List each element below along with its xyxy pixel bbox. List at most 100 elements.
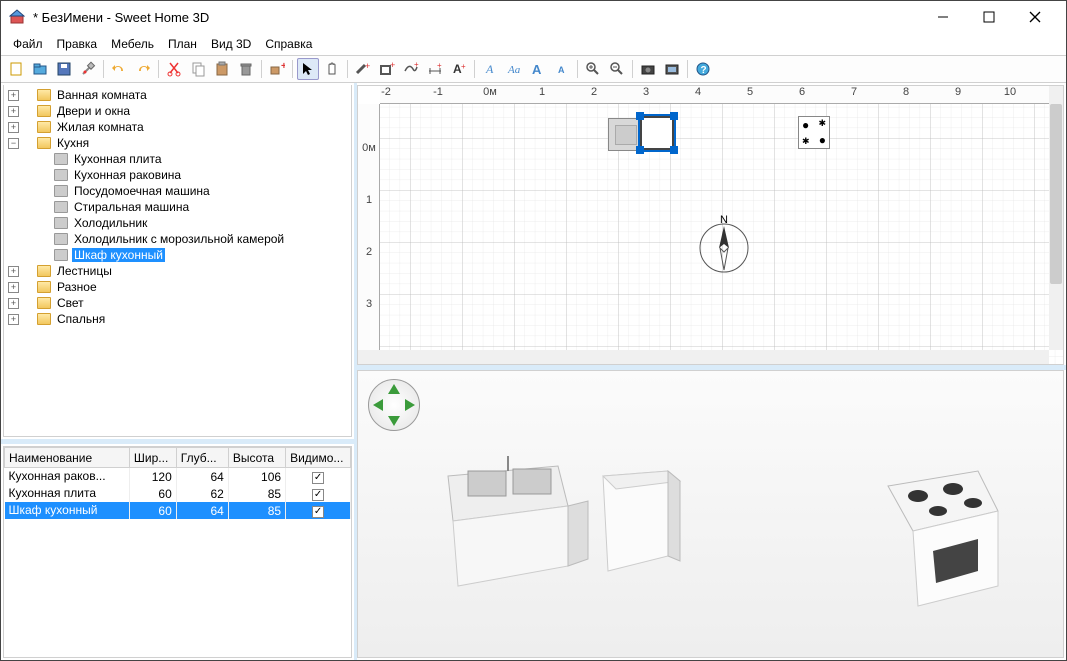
item-fridge[interactable]: Холодильник	[72, 216, 149, 230]
redo-button[interactable]	[132, 58, 154, 80]
collapse-icon[interactable]: −	[8, 138, 19, 149]
cut-button[interactable]	[163, 58, 185, 80]
furniture-icon	[54, 185, 68, 197]
expand-icon[interactable]: +	[8, 282, 19, 293]
expand-icon[interactable]: +	[8, 314, 19, 325]
table-row-selected[interactable]: Шкаф кухонный 60 64 85 ✓	[5, 502, 351, 519]
nav-down-icon[interactable]	[388, 416, 400, 426]
compass-icon[interactable]: N	[696, 214, 752, 274]
text-dec-button[interactable]: A	[551, 58, 573, 80]
cat-misc[interactable]: Разное	[55, 280, 99, 294]
catalog-tree[interactable]: + Ванная комната + Двери и окна + Жилая ком…	[3, 85, 352, 437]
text-tool[interactable]: A+	[448, 58, 470, 80]
svg-text:+: +	[414, 61, 419, 69]
item-stove[interactable]: Кухонная плита	[72, 152, 164, 166]
zoom-out-button[interactable]	[606, 58, 628, 80]
svg-text:A: A	[485, 62, 494, 76]
visible-checkbox[interactable]: ✓	[312, 506, 324, 518]
svg-text:+: +	[461, 62, 466, 71]
toolbar: + + + + + A+ A Aa A A ?	[1, 55, 1066, 83]
pan-tool[interactable]	[321, 58, 343, 80]
col-name[interactable]: Наименование	[5, 448, 130, 468]
resize-handle[interactable]	[636, 146, 644, 154]
paste-button[interactable]	[211, 58, 233, 80]
expand-icon[interactable]: +	[8, 122, 19, 133]
preferences-button[interactable]	[77, 58, 99, 80]
cat-doors[interactable]: Двери и окна	[55, 104, 132, 118]
resize-handle[interactable]	[670, 112, 678, 120]
close-button[interactable]	[1012, 2, 1058, 32]
menu-plan[interactable]: План	[162, 35, 203, 53]
menu-file[interactable]: Файл	[7, 35, 49, 53]
scrollbar-vertical[interactable]	[1049, 86, 1063, 350]
app-window: * БезИмени - Sweet Home 3D Файл Правка М…	[0, 0, 1067, 661]
cell-height: 106	[228, 468, 285, 486]
menu-view3d[interactable]: Вид 3D	[205, 35, 257, 53]
horizontal-splitter[interactable]	[1, 439, 354, 444]
item-fridge-freezer[interactable]: Холодильник с морозильной камерой	[72, 232, 286, 246]
menu-furniture[interactable]: Мебель	[105, 35, 160, 53]
undo-button[interactable]	[108, 58, 130, 80]
photo-button[interactable]	[637, 58, 659, 80]
item-washer[interactable]: Стиральная машина	[72, 200, 191, 214]
item-sink[interactable]: Кухонная раковина	[72, 168, 183, 182]
expand-icon[interactable]: +	[8, 90, 19, 101]
expand-icon[interactable]: +	[8, 298, 19, 309]
nav-left-icon[interactable]	[373, 399, 383, 411]
cat-bedroom[interactable]: Спальня	[55, 312, 107, 326]
nav-right-icon[interactable]	[405, 399, 415, 411]
item-dishwasher[interactable]: Посудомоечная машина	[72, 184, 212, 198]
furniture-table[interactable]: Наименование Шир... Глуб... Высота Видим…	[3, 446, 352, 658]
cell-name: Кухонная раков...	[9, 469, 106, 483]
plan-item-stove[interactable]: ●✱✱●	[798, 116, 830, 149]
delete-button[interactable]	[235, 58, 257, 80]
menu-edit[interactable]: Правка	[51, 35, 104, 53]
text-italic-button[interactable]: Aa	[503, 58, 525, 80]
new-button[interactable]	[5, 58, 27, 80]
video-button[interactable]	[661, 58, 683, 80]
cat-light[interactable]: Свет	[55, 296, 86, 310]
open-button[interactable]	[29, 58, 51, 80]
save-button[interactable]	[53, 58, 75, 80]
scrollbar-horizontal[interactable]	[358, 350, 1049, 364]
zoom-in-button[interactable]	[582, 58, 604, 80]
nav-up-icon[interactable]	[388, 384, 400, 394]
room-tool[interactable]: +	[376, 58, 398, 80]
text-inc-button[interactable]: A	[527, 58, 549, 80]
resize-handle[interactable]	[636, 112, 644, 120]
help-button[interactable]: ?	[692, 58, 714, 80]
visible-checkbox[interactable]: ✓	[312, 472, 324, 484]
cell-depth: 64	[176, 502, 228, 519]
select-tool[interactable]	[297, 58, 319, 80]
menu-help[interactable]: Справка	[259, 35, 318, 53]
folder-icon	[37, 121, 51, 133]
col-depth[interactable]: Глуб...	[176, 448, 228, 468]
plan-item-cabinet-selected[interactable]	[640, 116, 674, 150]
cat-kitchen[interactable]: Кухня	[55, 136, 91, 150]
item-cabinet[interactable]: Шкаф кухонный	[72, 248, 165, 262]
3d-render	[358, 371, 1063, 657]
expand-icon[interactable]: +	[8, 266, 19, 277]
text-bold-button[interactable]: A	[479, 58, 501, 80]
cat-bathroom[interactable]: Ванная комната	[55, 88, 149, 102]
minimize-button[interactable]	[920, 2, 966, 32]
copy-button[interactable]	[187, 58, 209, 80]
cat-living[interactable]: Жилая комната	[55, 120, 146, 134]
visible-checkbox[interactable]: ✓	[312, 489, 324, 501]
plan-view[interactable]: -2 -1 0м 1 2 3 4 5 6 7 8 9 10 0м 1	[357, 85, 1064, 365]
table-row[interactable]: Кухонная раков... 120 64 106 ✓	[5, 468, 351, 486]
polyline-tool[interactable]: +	[400, 58, 422, 80]
maximize-button[interactable]	[966, 2, 1012, 32]
dimension-tool[interactable]: +	[424, 58, 446, 80]
table-row[interactable]: Кухонная плита 60 62 85 ✓	[5, 485, 351, 502]
expand-icon[interactable]: +	[8, 106, 19, 117]
col-visible[interactable]: Видимо...	[286, 448, 351, 468]
col-height[interactable]: Высота	[228, 448, 285, 468]
col-width[interactable]: Шир...	[129, 448, 176, 468]
resize-handle[interactable]	[670, 146, 678, 154]
3d-nav-control[interactable]	[368, 379, 420, 431]
wall-tool[interactable]: +	[352, 58, 374, 80]
cat-stairs[interactable]: Лестницы	[55, 264, 114, 278]
3d-view[interactable]	[357, 370, 1064, 658]
add-furniture-button[interactable]: +	[266, 58, 288, 80]
